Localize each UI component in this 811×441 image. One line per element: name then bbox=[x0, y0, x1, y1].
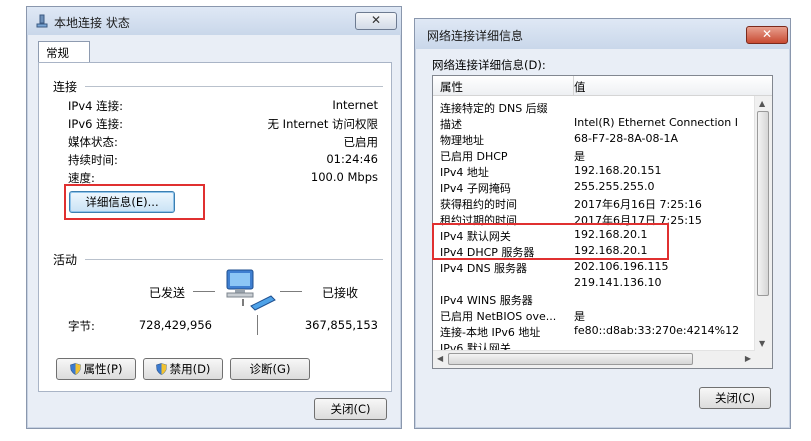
general-tab-panel: 连接 IPv4 连接: Internet IPv6 连接: 无 Internet… bbox=[38, 62, 392, 392]
list-item[interactable]: IPv4 子网掩码 255.255.255.0 bbox=[433, 180, 757, 196]
disable-button-label: 禁用(D) bbox=[169, 362, 211, 376]
ipv4-connection-value: Internet bbox=[332, 98, 378, 112]
vertical-scrollbar[interactable]: ▲ ▼ bbox=[754, 96, 772, 351]
status-titlebar: 本地连接 状态 ✕ bbox=[27, 7, 401, 35]
property-name: 已启用 DHCP bbox=[440, 150, 508, 163]
uac-shield-icon bbox=[155, 361, 167, 375]
horizontal-scroll-thumb[interactable] bbox=[448, 353, 693, 365]
list-item[interactable]: 物理地址 68-F7-28-8A-08-1A bbox=[433, 132, 757, 148]
details-list[interactable]: 属性 值 连接特定的 DNS 后缀 描述 Intel(R) Ethernet Co… bbox=[432, 75, 773, 369]
property-value: 219.141.136.10 bbox=[574, 276, 662, 289]
bytes-received-value: 367,855,153 bbox=[304, 318, 378, 332]
bytes-sent-value: 728,429,956 bbox=[138, 318, 212, 332]
details-window-title: 网络连接详细信息 bbox=[427, 29, 524, 43]
property-value: 192.168.20.151 bbox=[574, 164, 662, 177]
property-value: fe80::d8ab:33:270e:4214%12 bbox=[574, 324, 740, 337]
property-value: Intel(R) Ethernet Connection I bbox=[574, 116, 738, 129]
property-name: IPv4 地址 bbox=[440, 166, 489, 179]
activity-vertical-line bbox=[257, 315, 258, 335]
property-value: 2017年6月16日 7:25:16 bbox=[574, 198, 702, 211]
received-label: 已接收 bbox=[322, 286, 359, 300]
activity-divider bbox=[85, 259, 383, 260]
details-highlight-box bbox=[64, 184, 205, 220]
property-name: IPv4 WINS 服务器 bbox=[440, 294, 533, 307]
disable-button[interactable]: 禁用(D) bbox=[143, 358, 223, 380]
ipv6-connection-label: IPv6 连接: bbox=[68, 117, 123, 131]
property-name: 已启用 NetBIOS ove... bbox=[440, 310, 557, 323]
property-name: 物理地址 bbox=[440, 134, 484, 147]
network-computers-icon bbox=[221, 266, 277, 317]
scroll-down-arrow-icon[interactable]: ▼ bbox=[759, 339, 765, 348]
details-window: 网络连接详细信息 ✕ 网络连接详细信息(D): 属性 值 连接特定的 DNS 后… bbox=[414, 18, 791, 429]
status-close-x-button[interactable]: ✕ bbox=[355, 12, 397, 30]
scroll-left-arrow-icon[interactable]: ◀ bbox=[437, 354, 443, 363]
scroll-up-arrow-icon[interactable]: ▲ bbox=[759, 99, 765, 108]
tab-general-label: 常规 bbox=[46, 46, 69, 60]
tab-general[interactable]: 常规 bbox=[38, 41, 90, 63]
properties-button-label: 属性(P) bbox=[83, 362, 123, 376]
sent-label: 已发送 bbox=[149, 286, 186, 300]
connection-divider bbox=[85, 86, 383, 87]
col-value-label: 值 bbox=[574, 80, 586, 94]
details-list-label: 网络连接详细信息(D): bbox=[432, 58, 546, 72]
list-item[interactable]: 获得租约的时间 2017年6月16日 7:25:16 bbox=[433, 196, 757, 212]
vertical-scroll-thumb[interactable] bbox=[757, 111, 769, 296]
list-item[interactable]: 219.141.136.10 bbox=[433, 276, 757, 292]
diagnose-button[interactable]: 诊断(G) bbox=[230, 358, 310, 380]
status-window: 本地连接 状态 ✕ 常规 连接 IPv4 连接: Internet IPv6 连… bbox=[26, 6, 402, 429]
status-window-title: 本地连接 状态 bbox=[54, 16, 130, 30]
property-value: 68-F7-28-8A-08-1A bbox=[574, 132, 678, 145]
list-item[interactable]: 已启用 DHCP 是 bbox=[433, 148, 757, 164]
duration-label: 持续时间: bbox=[68, 153, 118, 167]
property-name: 连接特定的 DNS 后缀 bbox=[440, 102, 548, 115]
property-name: 获得租约的时间 bbox=[440, 198, 517, 211]
property-name: IPv4 子网掩码 bbox=[440, 182, 511, 195]
media-state-value: 已启用 bbox=[343, 135, 379, 149]
list-item[interactable]: IPv4 DNS 服务器 202.106.196.115 bbox=[433, 260, 757, 276]
details-close-button[interactable]: 关闭(C) bbox=[699, 387, 771, 409]
list-item[interactable]: 已启用 NetBIOS ove... 是 bbox=[433, 308, 757, 324]
property-value: 是 bbox=[574, 310, 585, 323]
ipv6-connection-value: 无 Internet 访问权限 bbox=[267, 117, 378, 131]
list-item[interactable]: 连接特定的 DNS 后缀 bbox=[433, 100, 757, 116]
list-item[interactable]: 描述 Intel(R) Ethernet Connection I bbox=[433, 116, 757, 132]
property-value: 202.106.196.115 bbox=[574, 260, 669, 273]
sent-line bbox=[193, 291, 215, 292]
properties-button[interactable]: 属性(P) bbox=[56, 358, 136, 380]
network-icon bbox=[36, 14, 48, 31]
uac-shield-icon bbox=[69, 361, 81, 375]
list-header-value[interactable]: 值 bbox=[574, 76, 772, 96]
scroll-right-arrow-icon[interactable]: ▶ bbox=[745, 354, 751, 363]
gateway-dhcp-highlight-box bbox=[432, 223, 669, 260]
list-header-property[interactable]: 属性 bbox=[433, 76, 574, 96]
property-name: 描述 bbox=[440, 118, 462, 131]
property-value: 是 bbox=[574, 150, 585, 163]
property-name: IPv4 DNS 服务器 bbox=[440, 262, 528, 275]
activity-section-title: 活动 bbox=[53, 253, 78, 267]
duration-value: 01:24:46 bbox=[326, 152, 378, 166]
property-value: 255.255.255.0 bbox=[574, 180, 655, 193]
bytes-label: 字节: bbox=[68, 319, 95, 333]
col-property-label: 属性 bbox=[440, 80, 463, 94]
property-name: 连接-本地 IPv6 地址 bbox=[440, 326, 541, 339]
details-close-x-button[interactable]: ✕ bbox=[746, 26, 788, 44]
received-line bbox=[280, 291, 302, 292]
speed-value: 100.0 Mbps bbox=[310, 170, 378, 184]
horizontal-scrollbar[interactable]: ◀ ▶ bbox=[433, 350, 755, 368]
list-item[interactable]: 连接-本地 IPv6 地址 fe80::d8ab:33:270e:4214%12 bbox=[433, 324, 757, 340]
list-item[interactable]: IPv4 WINS 服务器 bbox=[433, 292, 757, 308]
list-item[interactable]: IPv4 地址 192.168.20.151 bbox=[433, 164, 757, 180]
media-state-label: 媒体状态: bbox=[68, 135, 118, 149]
connection-section-title: 连接 bbox=[53, 80, 78, 94]
scrollbar-corner bbox=[755, 351, 772, 368]
status-close-button[interactable]: 关闭(C) bbox=[314, 398, 387, 420]
details-titlebar: 网络连接详细信息 ✕ bbox=[415, 19, 790, 49]
ipv4-connection-label: IPv4 连接: bbox=[68, 99, 123, 113]
